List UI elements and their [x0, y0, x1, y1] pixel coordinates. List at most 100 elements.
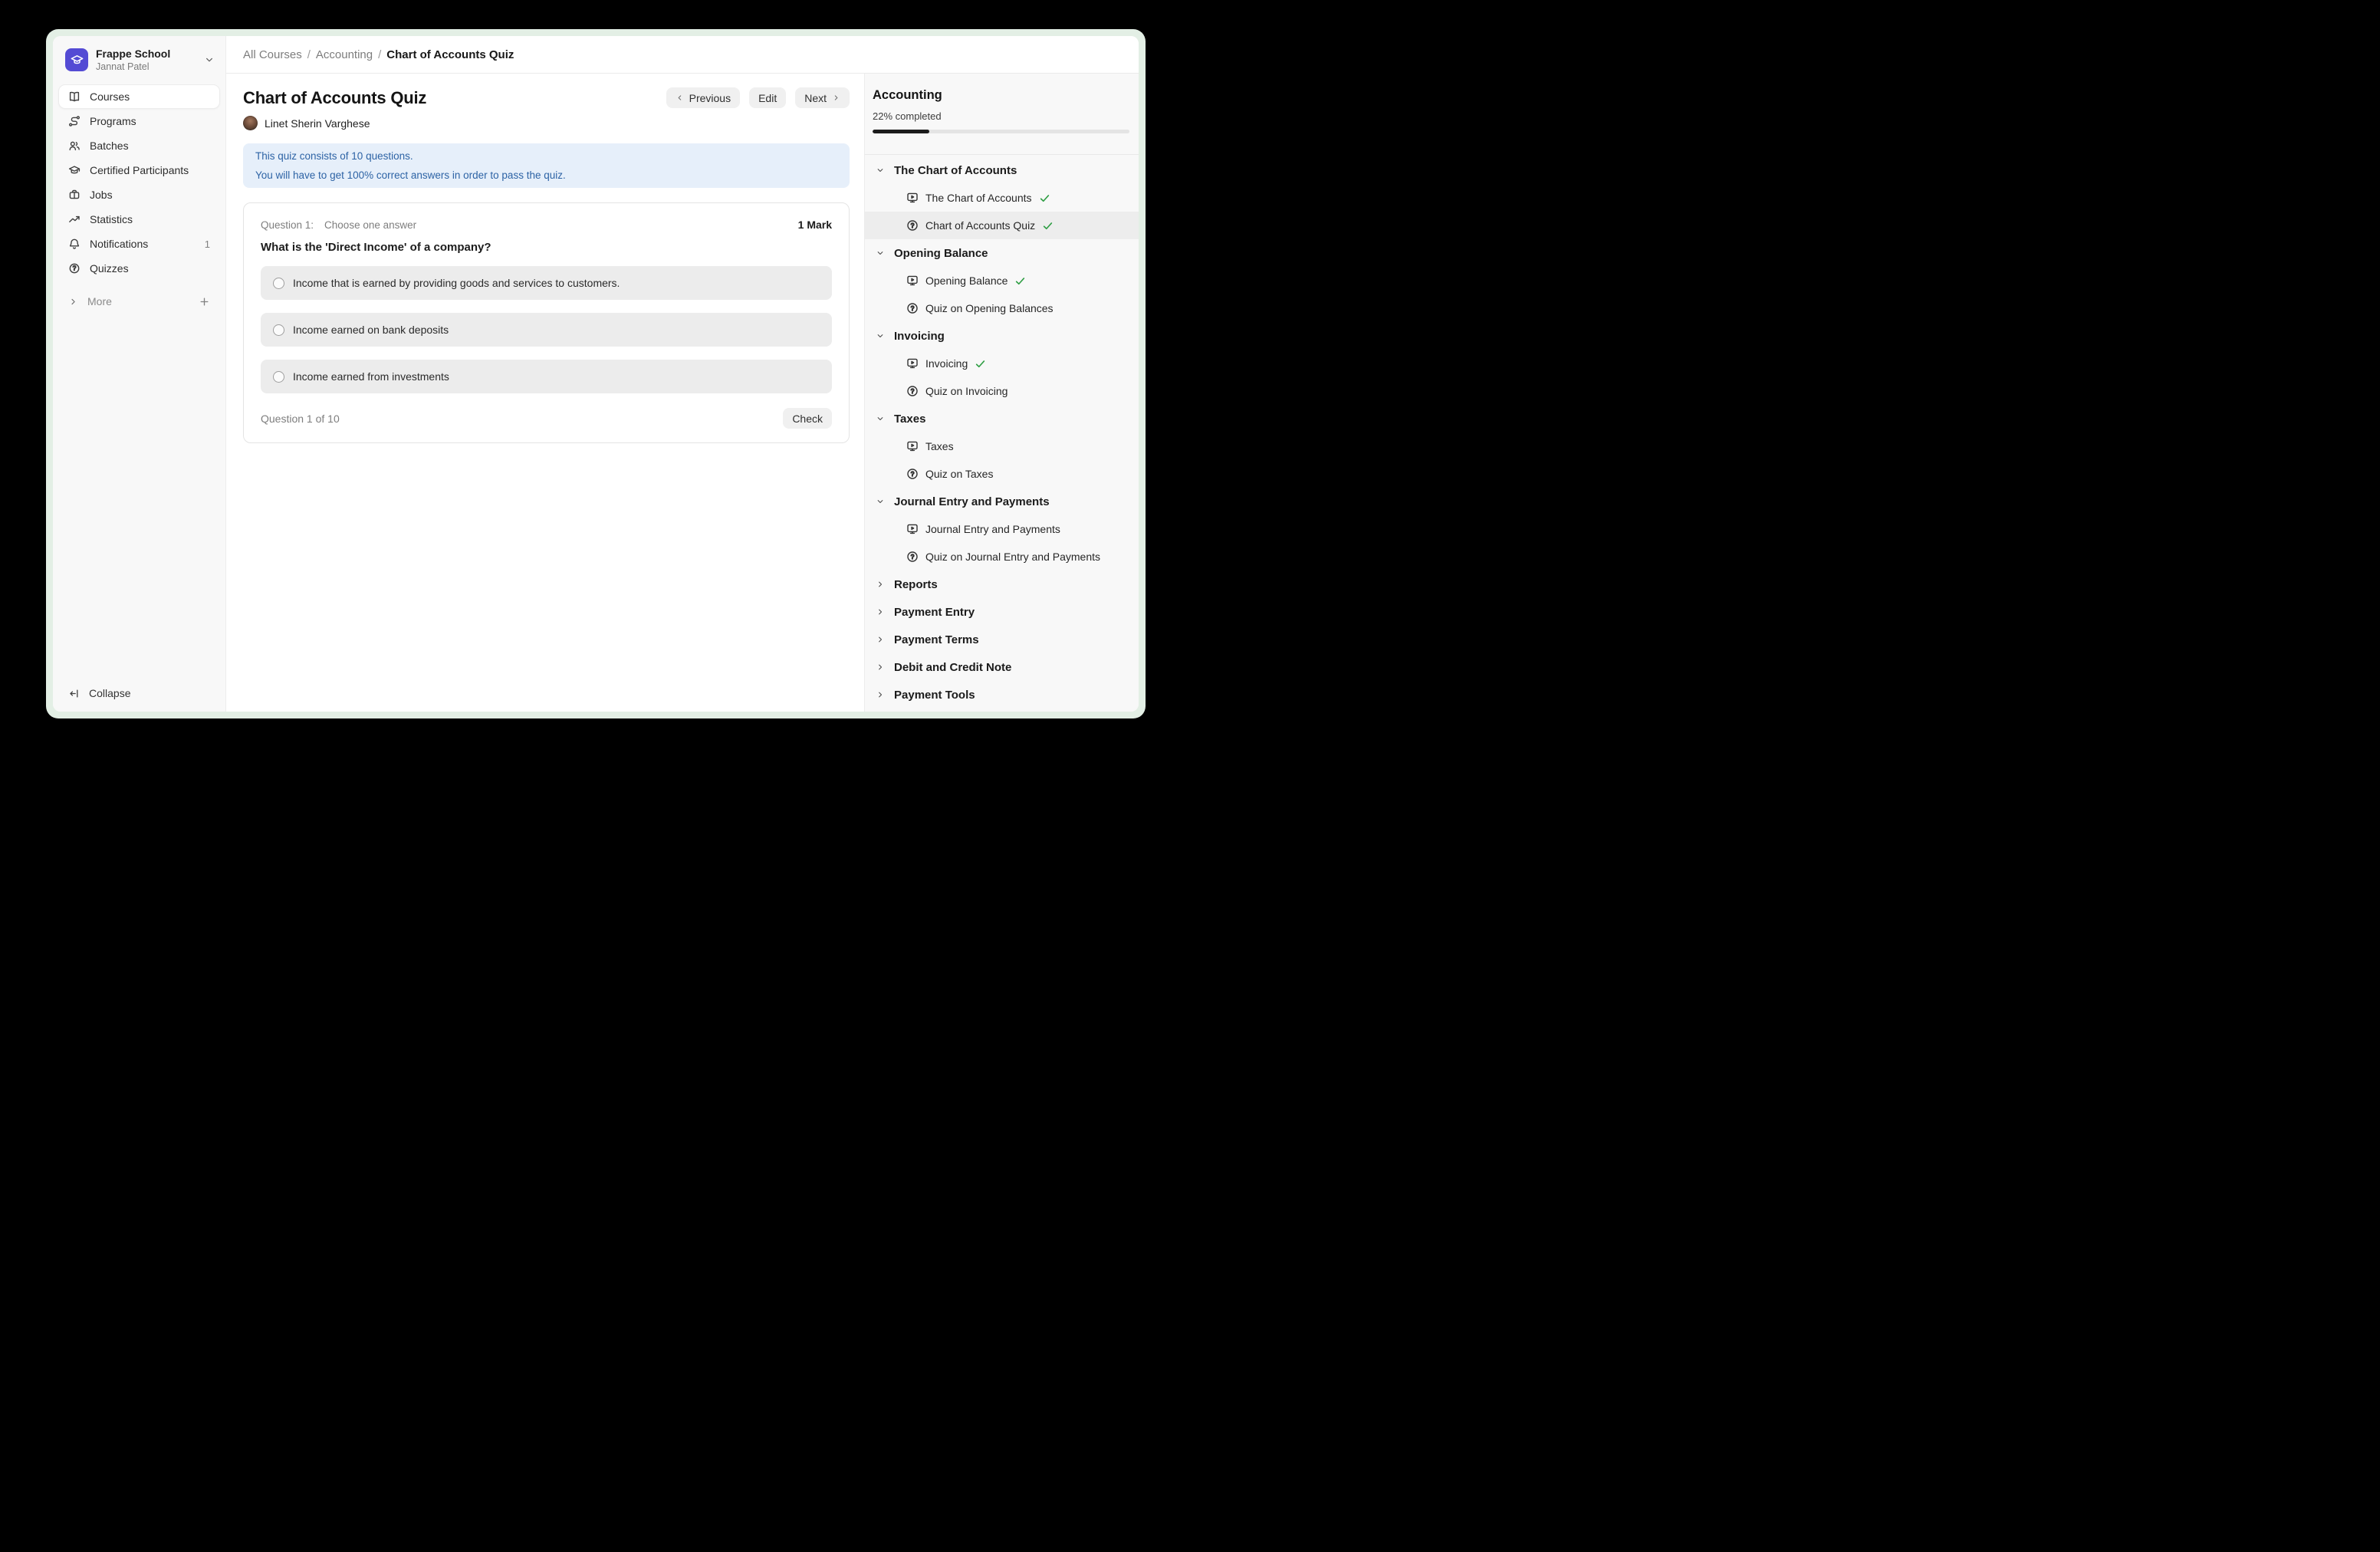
outline-lesson-taxes[interactable]: Taxes [865, 432, 1139, 460]
chevron-right-icon[interactable] [876, 580, 885, 589]
sidebar-item-quizzes[interactable]: Quizzes [59, 257, 219, 280]
outline-section-invoicing[interactable]: Invoicing [865, 322, 1139, 350]
video-lesson-icon [906, 440, 919, 452]
chevron-down-icon[interactable] [204, 54, 215, 65]
book-open-icon [68, 90, 81, 103]
sidebar-item-certified-participants[interactable]: Certified Participants [59, 159, 219, 182]
trending-up-icon [68, 213, 81, 225]
check-button[interactable]: Check [783, 408, 832, 429]
outline-lesson-opening-balance[interactable]: Opening Balance [865, 267, 1139, 294]
outline-section-payment-tools[interactable]: Payment Tools [865, 681, 1139, 709]
sidebar-item-courses[interactable]: Courses [59, 85, 219, 108]
outline-lesson-quiz-on-opening-balances[interactable]: Quiz on Opening Balances [865, 294, 1139, 322]
brand-switcher[interactable]: Frappe School Jannat Patel [53, 36, 225, 81]
chevron-right-icon[interactable] [876, 635, 885, 644]
radio-button[interactable] [273, 324, 284, 336]
left-sidebar: Frappe School Jannat Patel Courses Progr… [53, 36, 226, 712]
next-button[interactable]: Next [795, 87, 850, 108]
sidebar-menu: Courses Programs Batches Certified Parti… [53, 81, 225, 314]
main-content: Chart of Accounts Quiz Previous Edit Nex… [226, 74, 864, 712]
toolbar: Previous Edit Next [666, 87, 850, 108]
sidebar-more[interactable]: More [59, 290, 219, 313]
plus-icon[interactable] [199, 296, 210, 307]
chevron-down-icon[interactable] [876, 248, 885, 258]
outline-section-debit-and-credit-note[interactable]: Debit and Credit Note [865, 653, 1139, 681]
answer-option[interactable]: Income earned from investments [261, 360, 832, 393]
route-icon [68, 115, 81, 127]
radio-button[interactable] [273, 278, 284, 289]
banner-line-1: This quiz consists of 10 questions. [255, 146, 837, 166]
outline-lesson-the-chart-of-accounts[interactable]: The Chart of Accounts [865, 184, 1139, 212]
sidebar-item-jobs[interactable]: Jobs [59, 183, 219, 206]
video-lesson-icon [906, 357, 919, 370]
outline-lesson-quiz-on-journal-entry-and-payments[interactable]: Quiz on Journal Entry and Payments [865, 543, 1139, 570]
answer-option[interactable]: Income earned on bank deposits [261, 313, 832, 347]
author-name: Linet Sherin Varghese [265, 117, 370, 130]
breadcrumb-accounting[interactable]: Accounting [316, 48, 373, 61]
option-label: Income earned from investments [293, 370, 449, 383]
chevron-right-icon[interactable] [876, 663, 885, 672]
sidebar-collapse-button[interactable]: Collapse [59, 681, 219, 705]
question-instruction: Choose one answer [324, 219, 416, 231]
breadcrumb-current: Chart of Accounts Quiz [386, 48, 514, 61]
outline-section-payment-entry[interactable]: Payment Entry [865, 598, 1139, 626]
app-window: Frappe School Jannat Patel Courses Progr… [46, 29, 1146, 718]
chevron-right-icon [68, 297, 78, 307]
quiz-lesson-icon [906, 385, 919, 397]
users-icon [68, 140, 81, 152]
chevron-left-icon [676, 94, 684, 102]
breadcrumb-all-courses[interactable]: All Courses [243, 48, 302, 61]
quiz-lesson-icon [906, 468, 919, 480]
breadcrumb-separator: / [378, 48, 381, 61]
answer-option[interactable]: Income that is earned by providing goods… [261, 266, 832, 300]
app-name: Frappe School [96, 48, 170, 60]
page-title: Chart of Accounts Quiz [243, 88, 426, 108]
chevron-down-icon[interactable] [876, 497, 885, 506]
author-avatar [243, 116, 258, 130]
chevron-right-icon[interactable] [876, 690, 885, 699]
sidebar-item-label: Batches [90, 140, 129, 152]
outline-lesson-journal-entry-and-payments[interactable]: Journal Entry and Payments [865, 515, 1139, 543]
question-card: Question 1: Choose one answer 1 Mark Wha… [243, 202, 850, 443]
outline-lesson-chart-of-accounts-quiz[interactable]: Chart of Accounts Quiz [865, 212, 1139, 239]
outline-lesson-invoicing[interactable]: Invoicing [865, 350, 1139, 377]
video-lesson-icon [906, 275, 919, 287]
outline-section-payment-terms[interactable]: Payment Terms [865, 626, 1139, 653]
outline-lesson-quiz-on-taxes[interactable]: Quiz on Taxes [865, 460, 1139, 488]
outline-section-taxes[interactable]: Taxes [865, 405, 1139, 432]
question-label: Question 1: [261, 219, 314, 231]
sidebar-item-statistics[interactable]: Statistics [59, 208, 219, 231]
quiz-lesson-icon [906, 302, 919, 314]
graduation-cap-icon [68, 164, 81, 176]
outline-lesson-quiz-on-invoicing[interactable]: Quiz on Invoicing [865, 377, 1139, 405]
quiz-lesson-icon [906, 219, 919, 232]
answer-options: Income that is earned by providing goods… [261, 266, 832, 393]
outline-section-journal-entry-and-payments[interactable]: Journal Entry and Payments [865, 488, 1139, 515]
completed-check-icon [1042, 220, 1054, 232]
sidebar-item-batches[interactable]: Batches [59, 134, 219, 157]
bell-icon [68, 238, 81, 250]
notifications-count-badge: 1 [205, 238, 210, 250]
chevron-down-icon[interactable] [876, 166, 885, 175]
sidebar-item-programs[interactable]: Programs [59, 110, 219, 133]
outline-section-reports[interactable]: Reports [865, 570, 1139, 598]
course-progress-bar [873, 130, 1129, 133]
radio-button[interactable] [273, 371, 284, 383]
brand-text: Frappe School Jannat Patel [96, 48, 170, 72]
sidebar-item-label: Statistics [90, 213, 133, 225]
outline-section-opening-balance[interactable]: Opening Balance [865, 239, 1139, 267]
help-circle-icon [68, 262, 81, 275]
edit-button[interactable]: Edit [749, 87, 786, 108]
outline-section-the-chart-of-accounts[interactable]: The Chart of Accounts [865, 156, 1139, 184]
sidebar-item-label: Notifications [90, 238, 148, 250]
user-name: Jannat Patel [96, 61, 170, 72]
collapse-icon [68, 688, 80, 699]
completed-check-icon [1039, 192, 1050, 204]
chevron-down-icon[interactable] [876, 331, 885, 340]
banner-line-2: You will have to get 100% correct answer… [255, 166, 837, 185]
chevron-right-icon[interactable] [876, 607, 885, 617]
previous-button[interactable]: Previous [666, 87, 740, 108]
collapse-label: Collapse [89, 687, 130, 699]
sidebar-item-notifications[interactable]: Notifications 1 [59, 232, 219, 255]
chevron-down-icon[interactable] [876, 414, 885, 423]
